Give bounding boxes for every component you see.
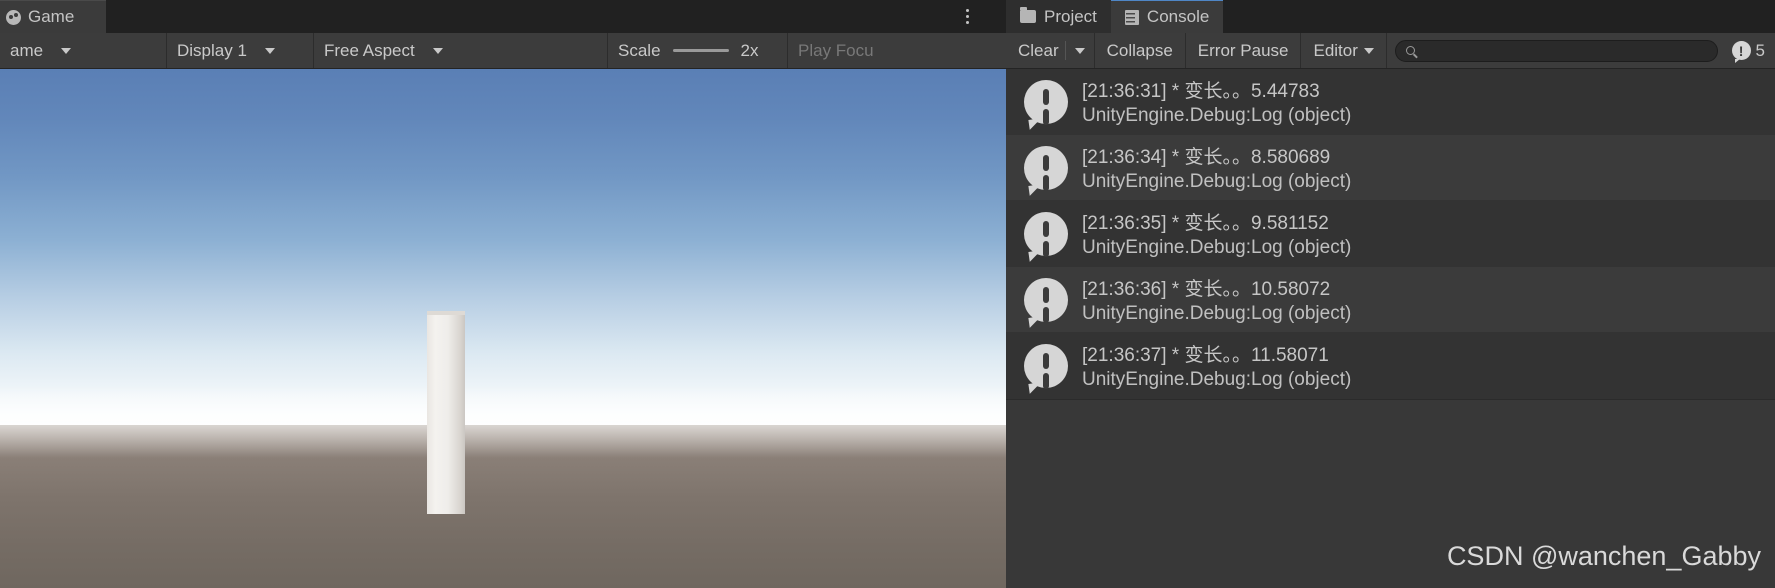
console-panel-tabbar: Project Console: [1006, 0, 1775, 33]
log-stack: UnityEngine.Debug:Log (object): [1082, 369, 1352, 390]
table-row[interactable]: [21:36:34] * 变长。。8.580689 UnityEngine.De…: [1006, 135, 1775, 201]
table-row[interactable]: [21:36:35] * 变长。。9.581152 UnityEngine.De…: [1006, 201, 1775, 267]
log-entry-text: [21:36:36] * 变长。。10.58072 UnityEngine.De…: [1082, 274, 1351, 325]
console-search: [1387, 33, 1726, 68]
info-icon: [1024, 211, 1068, 256]
table-row[interactable]: [21:36:36] * 变长。。10.58072 UnityEngine.De…: [1006, 267, 1775, 333]
info-icon: [1024, 145, 1068, 190]
log-message: [21:36:36] * 变长。。10.58072: [1082, 279, 1331, 300]
search-icon: [1405, 46, 1415, 55]
tab-game[interactable]: Game: [0, 0, 106, 33]
log-stack: UnityEngine.Debug:Log (object): [1082, 303, 1352, 324]
game-view-icon: [6, 9, 21, 25]
play-focused-label: Play Focu: [798, 40, 874, 60]
info-count: 5: [1755, 40, 1765, 60]
collapse-label: Collapse: [1106, 40, 1173, 60]
chevron-down-icon: [1074, 47, 1085, 54]
play-focused-toggle[interactable]: Play Focu: [788, 33, 1006, 68]
game-object-pillar: [427, 311, 465, 514]
clear-label: Clear: [1018, 40, 1059, 60]
console-panel: Project Console Clear Collapse Error Pau…: [1006, 0, 1775, 588]
scale-label: Scale: [618, 40, 661, 60]
game-target-dropdown[interactable]: ame: [0, 33, 167, 68]
display-value: Display 1: [177, 40, 247, 60]
collapse-toggle[interactable]: Collapse: [1095, 33, 1186, 68]
info-icon: [1024, 79, 1068, 124]
horizon-haze: [0, 385, 1006, 459]
aspect-ratio-dropdown[interactable]: Free Aspect: [314, 33, 608, 68]
log-count-group[interactable]: 5: [1726, 33, 1775, 68]
log-message: [21:36:34] * 变长。。8.580689: [1082, 147, 1331, 168]
log-message: [21:36:35] * 变长。。9.581152: [1082, 213, 1329, 234]
search-input[interactable]: [1420, 42, 1707, 59]
table-row[interactable]: [21:36:37] * 变长。。11.58071 UnityEngine.De…: [1006, 333, 1775, 399]
folder-icon: [1020, 7, 1036, 23]
sky-gradient: [0, 69, 1006, 425]
console-toolbar: Clear Collapse Error Pause Editor ! 5: [1006, 33, 1775, 69]
watermark: CSDN @wanchen_Gabby: [1446, 541, 1761, 571]
game-view-panel: Game ame Display 1 Free Aspect Scale 2x …: [0, 0, 1006, 588]
tab-project-label: Project: [1044, 6, 1097, 26]
scale-value: 2x: [740, 40, 759, 60]
info-icon: [1024, 277, 1068, 322]
info-icon: [1731, 41, 1751, 63]
game-panel-tabbar: Game: [0, 0, 1006, 33]
tab-game-label: Game: [28, 7, 75, 26]
tab-console-label: Console: [1146, 7, 1210, 26]
scale-slider-track[interactable]: [672, 49, 729, 52]
log-stack: UnityEngine.Debug:Log (object): [1082, 105, 1352, 126]
game-panel-more-options-icon[interactable]: [958, 6, 976, 26]
scale-slider[interactable]: Scale 2x: [608, 33, 788, 68]
log-stack: UnityEngine.Debug:Log (object): [1082, 171, 1352, 192]
clear-dropdown-button[interactable]: [1066, 33, 1095, 68]
tab-project[interactable]: Project: [1006, 0, 1111, 33]
log-message: [21:36:37] * 变长。。11.58071: [1082, 345, 1329, 366]
table-row[interactable]: [21:36:31] * 变长。。5.44783 UnityEngine.Deb…: [1006, 69, 1775, 135]
console-icon: [1124, 9, 1139, 25]
log-stack: UnityEngine.Debug:Log (object): [1082, 237, 1352, 258]
console-log-list: [21:36:31] * 变长。。5.44783 UnityEngine.Deb…: [1006, 69, 1775, 399]
log-entry-text: [21:36:37] * 变长。。11.58071 UnityEngine.De…: [1082, 340, 1351, 391]
info-icon: [1024, 343, 1068, 388]
chevron-down-icon: [1363, 47, 1374, 54]
tab-console[interactable]: Console: [1110, 0, 1224, 33]
chevron-down-icon: [432, 47, 443, 54]
game-view-render[interactable]: [0, 69, 1006, 588]
console-detail-pane[interactable]: CSDN @wanchen_Gabby: [1006, 399, 1775, 588]
search-box[interactable]: [1394, 39, 1718, 62]
editor-label: Editor: [1313, 40, 1358, 60]
log-entry-text: [21:36:35] * 变长。。9.581152 UnityEngine.De…: [1082, 208, 1351, 259]
aspect-ratio-value: Free Aspect: [324, 40, 415, 60]
log-entry-text: [21:36:31] * 变长。。5.44783 UnityEngine.Deb…: [1082, 76, 1351, 127]
error-pause-toggle[interactable]: Error Pause: [1186, 33, 1302, 68]
error-pause-label: Error Pause: [1197, 40, 1289, 60]
game-view-toolbar: ame Display 1 Free Aspect Scale 2x Play …: [0, 33, 1006, 69]
unity-editor-window: Game ame Display 1 Free Aspect Scale 2x …: [0, 0, 1775, 588]
clear-button[interactable]: Clear: [1006, 33, 1065, 68]
editor-dropdown[interactable]: Editor: [1301, 33, 1387, 68]
chevron-down-icon: [264, 47, 275, 54]
log-message: [21:36:31] * 变长。。5.44783: [1082, 81, 1320, 102]
display-dropdown[interactable]: Display 1: [167, 33, 314, 68]
chevron-down-icon: [61, 47, 72, 54]
log-entry-text: [21:36:34] * 变长。。8.580689 UnityEngine.De…: [1082, 142, 1351, 193]
game-target-value: ame: [10, 40, 44, 60]
